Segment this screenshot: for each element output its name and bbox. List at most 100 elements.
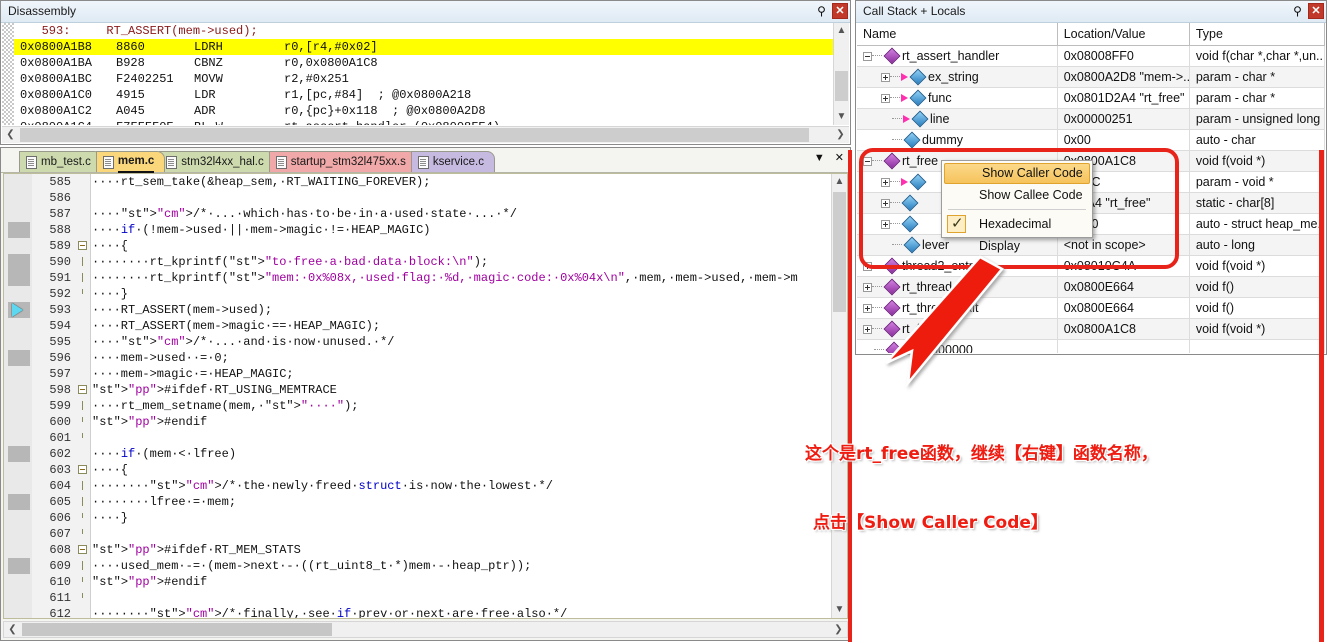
disassembly-instruction-row[interactable]: 0x0800A1BA B928 CBNZ r0,0x0800A1C8 [14,55,833,71]
call-stack-row[interactable]: ex_string 0x0800A2D8 "mem->... param - cha… [857,67,1325,88]
disassembly-instruction-row[interactable]: 0x0800A1C4F7FFFF0EBL.Wrt_assert_handler … [14,119,833,125]
call-stack-value-cell[interactable]: 0x00 [1058,130,1190,150]
call-stack-value-cell[interactable]: 0x0800E664 [1058,277,1190,297]
editor-executable-line-marker[interactable] [8,270,30,286]
call-stack-row[interactable]: func 0x0801D2A4 "rt_free" param - char * [857,88,1325,109]
call-stack-name-cell[interactable]: ex_string [857,67,1058,87]
call-stack-value-cell[interactable]: 0x08008FF0 [1058,46,1190,66]
tree-expand-icon[interactable] [881,219,890,229]
scroll-up-icon[interactable]: ▲ [832,174,847,190]
call-stack-value-cell[interactable]: 0x0800A2D8 "mem->... [1058,67,1190,87]
editor-code-line[interactable]: ········rt_kprintf("st">"to·free·a·bad·d… [92,254,831,270]
disassembly-instruction-row[interactable]: 0x0800A1B8 8860 LDRH r0,[r4,#0x02] [14,39,833,55]
editor-code-line[interactable]: ····if·(mem·<·lfree) [92,446,831,462]
editor-body[interactable]: 585 586 587 588 589 590 591 592 593 594 595 596 597 5… [3,173,848,619]
call-stack-value-cell[interactable] [1058,340,1190,353]
scroll-up-icon[interactable]: ▲ [834,23,849,39]
scroll-left-icon[interactable]: ❮ [4,622,21,637]
context-menu-item-hexadecimal-display[interactable]: Hexadecimal Display [942,213,1092,253]
editor-code-line[interactable]: ········"st">"cm">/*·the·newly·freed·str… [92,478,831,494]
tree-expand-icon[interactable] [881,177,890,187]
disassembly-instruction-row[interactable]: 0x0800A1C0 4915 LDR r1,[pc,#84] ; @0x0800A2… [14,87,833,103]
call-stack-row[interactable]: rt_assert_handler 0x08008FF0 void f(char *… [857,46,1325,67]
call-stack-row[interactable]: lever <not in scope> auto - long [857,235,1325,256]
editor-code-line[interactable]: ····} [92,286,831,302]
editor-tab-mb-test-c[interactable]: mb_test.c [19,151,102,172]
editor-code-line[interactable] [92,590,831,606]
scrollbar-thumb[interactable] [835,71,848,101]
editor-code-line[interactable]: ····"st">"cm">/*·...·and·is·now·unused.·… [92,334,831,350]
fold-collapse-icon[interactable] [78,385,87,394]
editor-code-line[interactable]: "st">"pp">#ifdef·RT_MEM_STATS [92,542,831,558]
scroll-left-icon[interactable]: ❮ [2,127,19,144]
tree-expand-icon[interactable] [881,93,890,103]
call-stack-name-cell[interactable]: lever [857,235,1058,255]
editor-executable-line-marker[interactable] [8,558,30,574]
editor-executable-line-marker[interactable] [8,446,30,462]
close-icon[interactable]: ✕ [1308,3,1324,19]
editor-horizontal-scrollbar[interactable]: ❮ ❯ [3,621,848,638]
scroll-right-icon[interactable]: ❯ [830,622,847,637]
editor-code-line[interactable]: ····used_mem·-=·(mem->next·-·((rt_uint8_… [92,558,831,574]
call-stack-value-cell[interactable]: 0x0800A1C8 [1058,319,1190,339]
editor-executable-line-marker[interactable] [8,222,30,238]
disassembly-instruction-row[interactable]: 0x0800A1BC F2402251 MOVW r2,#0x251 [14,71,833,87]
column-header-location[interactable]: Location/Value [1058,23,1190,45]
call-stack-value-cell[interactable]: 0x0800E664 [1058,298,1190,318]
tree-expand-icon[interactable] [881,198,890,208]
call-stack-name-cell[interactable]: line [857,109,1058,129]
disassembly-line-list[interactable]: 593: RT_ASSERT(mem->used); 0x0800A1B8 8860… [14,23,833,125]
editor-tab-mem-c[interactable]: mem.c [95,151,166,173]
editor-executable-line-marker[interactable] [8,494,30,510]
disassembly-vertical-scrollbar[interactable]: ▲ ▼ [833,23,849,125]
call-stack-value-cell[interactable]: 0x00000251 [1058,109,1190,129]
scrollbar-thumb[interactable] [22,623,332,636]
fold-collapse-icon[interactable] [78,465,87,474]
editor-code-area[interactable]: ····rt_sem_take(&heap_sem,·RT_WAITING_FO… [92,174,831,618]
call-stack-row[interactable]: line 0x00000251 param - unsigned long [857,109,1325,130]
call-stack-value-cell[interactable]: 0x08010C4A [1058,256,1190,276]
editor-code-line[interactable]: ····RT_ASSERT(mem->magic·==·HEAP_MAGIC); [92,318,831,334]
editor-code-line[interactable]: ········"st">"cm">/*·finally,·see·if·pre… [92,606,831,618]
scroll-down-icon[interactable]: ▼ [834,109,849,125]
editor-code-line[interactable]: ····{ [92,238,831,254]
editor-code-line[interactable]: "st">"pp">#endif [92,414,831,430]
context-menu[interactable]: Show Caller Code Show Callee Code Hexadeci… [941,160,1093,253]
editor-code-line[interactable]: ····} [92,510,831,526]
editor-code-line[interactable]: ····{ [92,462,831,478]
tree-expand-icon[interactable] [881,72,890,82]
editor-code-line[interactable] [92,430,831,446]
column-header-name[interactable]: Name [857,23,1058,45]
editor-code-line[interactable] [92,526,831,542]
call-stack-row[interactable]: dummy 0x00 auto - char [857,130,1325,151]
column-header-type[interactable]: Type [1190,23,1325,45]
disassembly-horizontal-scrollbar[interactable]: ❮ ❯ [2,126,849,143]
editor-code-line[interactable]: ····rt_sem_take(&heap_sem,·RT_WAITING_FO… [92,174,831,190]
editor-fold-margin[interactable] [76,174,91,618]
call-stack-name-cell[interactable]: rt_assert_handler [857,46,1058,66]
fold-collapse-icon[interactable] [78,545,87,554]
editor-code-line[interactable]: ····RT_ASSERT(mem->used); [92,302,831,318]
disassembly-instruction-row[interactable]: 0x0800A1C2 A045 ADR r0,{pc}+0x118 ; @0x0800… [14,103,833,119]
editor-code-line[interactable] [92,190,831,206]
scrollbar-thumb[interactable] [20,128,809,142]
scrollbar-thumb[interactable] [833,192,846,312]
editor-code-line[interactable]: ····"st">"cm">/*·...·which·has·to·be·in·… [92,206,831,222]
editor-code-line[interactable]: "st">"pp">#endif [92,574,831,590]
pin-icon[interactable]: ⚲ [814,3,829,19]
close-icon[interactable]: ✕ [835,151,844,164]
tree-collapse-icon[interactable] [863,156,872,166]
pin-icon[interactable]: ⚲ [1290,3,1305,19]
editor-code-line[interactable]: ····mem->used··=·0; [92,350,831,366]
scroll-right-icon[interactable]: ❯ [832,127,849,144]
tree-collapse-icon[interactable] [863,51,872,61]
editor-executable-line-marker[interactable] [8,254,30,270]
call-stack-name-cell[interactable]: dummy [857,130,1058,150]
context-menu-item-show-caller-code[interactable]: Show Caller Code [944,163,1090,184]
editor-code-line[interactable]: ····if·(!mem->used·||·mem->magic·!=·HEAP… [92,222,831,238]
editor-tab-startup-stm32l475xx-s[interactable]: startup_stm32l475xx.s [268,151,417,172]
editor-tab-kservice-c[interactable]: kservice.c [410,151,495,172]
editor-code-line[interactable]: ····mem->magic·=·HEAP_MAGIC; [92,366,831,382]
editor-executable-line-marker[interactable] [8,350,30,366]
editor-code-line[interactable]: ········lfree·=·mem; [92,494,831,510]
